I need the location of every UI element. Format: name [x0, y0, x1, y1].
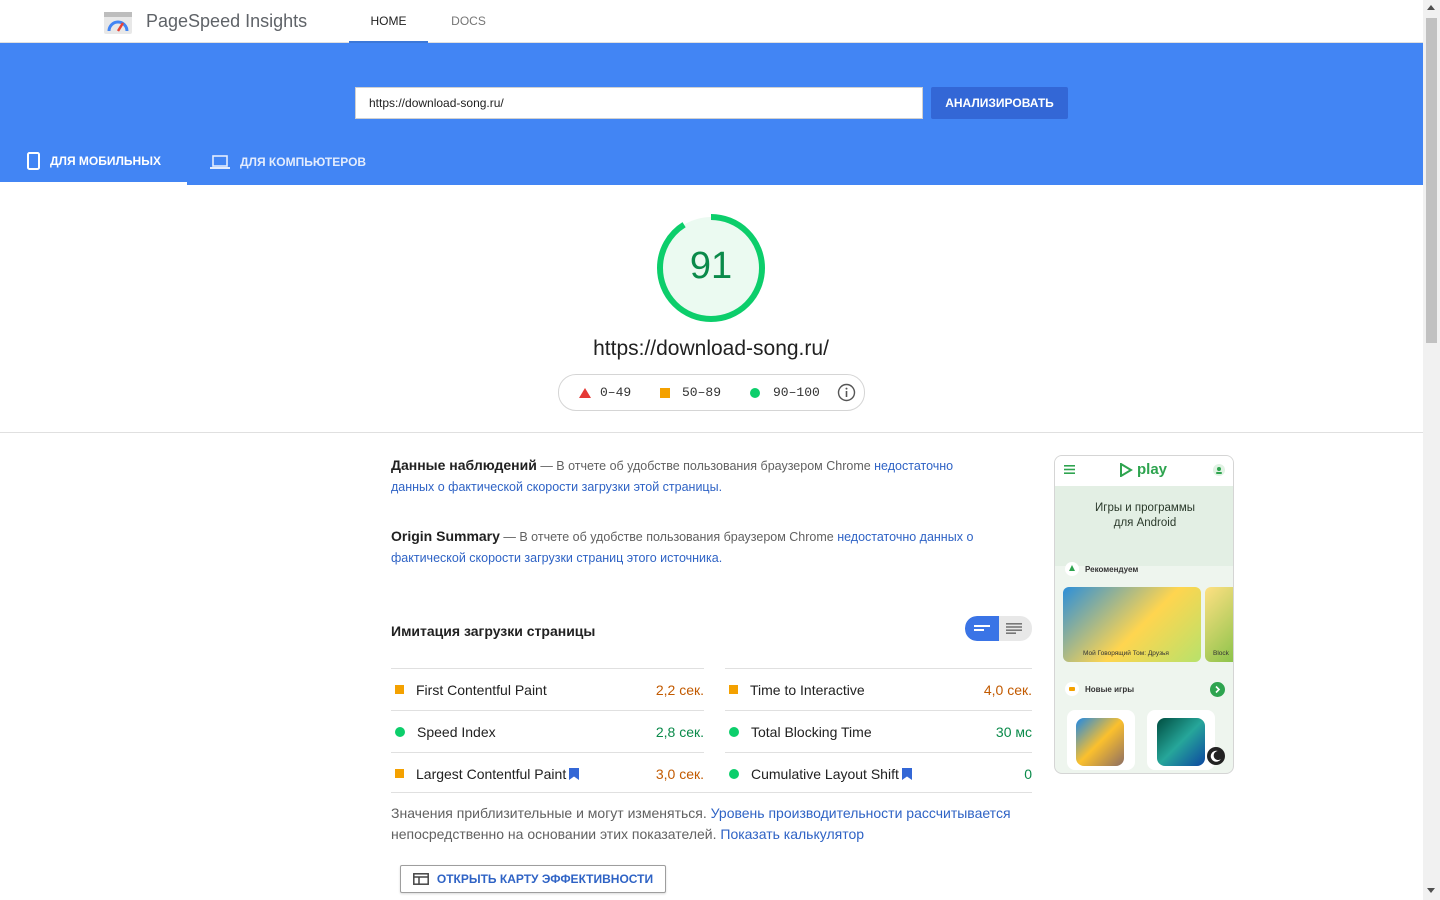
nav-docs-tab[interactable]: DOCS [436, 0, 501, 43]
average-square-icon [729, 685, 738, 694]
origin-summary-section: Origin Summary — В отчете об удобстве по… [391, 526, 991, 569]
metric-speed-index: Speed Index 2,8 сек. [391, 710, 704, 752]
tab-desktop[interactable]: ДЛЯ КОМПЬЮТЕРОВ [210, 139, 390, 185]
metric-value: 0 [1024, 765, 1032, 782]
page-scrollbar[interactable] [1423, 0, 1440, 900]
screenshot-new-games: Новые игры [1085, 685, 1135, 694]
phone-icon [27, 151, 40, 170]
metric-label: Time to Interactive [750, 681, 865, 698]
average-square-icon [395, 769, 404, 778]
legend-average-label: 50–89 [682, 385, 722, 400]
core-web-vital-bookmark-icon [901, 767, 912, 780]
open-treemap-button[interactable]: ОТКРЫТЬ КАРТУ ЭФФЕКТИВНОСТИ [400, 865, 666, 893]
url-input[interactable] [355, 87, 923, 119]
field-data-section: Данные наблюдений — В отчете об удобстве… [391, 455, 991, 498]
legend-average: 50–89 [660, 385, 721, 400]
lab-data-title: Имитация загрузки страницы [391, 623, 596, 639]
legend-poor-label: 0–49 [600, 385, 632, 400]
scroll-down-arrow-icon[interactable] [1427, 888, 1435, 893]
tab-mobile[interactable]: ДЛЯ МОБИЛЬНЫХ [0, 139, 187, 185]
analyzed-url: https://download-song.ru/ [593, 337, 829, 360]
laptop-icon [210, 155, 230, 169]
screenshot-hero-text: Игры и программы для Android [1094, 502, 1196, 529]
screenshot-recommended: Рекомендуем [1085, 565, 1139, 574]
metric-cls: Cumulative Layout Shift 0 [725, 752, 1032, 794]
search-hero: АНАЛИЗИРОВАТЬ ДЛЯ МОБИЛЬНЫХ ДЛЯ КОМПЬЮТЕ… [0, 43, 1423, 185]
metrics-note: Значения приблизительные и могут изменят… [391, 803, 1021, 845]
origin-summary-link-a[interactable]: недостаточно данных [837, 530, 963, 544]
show-calculator-link[interactable]: Показать калькулятор [720, 826, 864, 842]
top-bar: PageSpeed Insights HOME DOCS [0, 0, 1423, 43]
field-data-link-a[interactable]: недостаточно [874, 459, 953, 473]
score-legend: 0–49 50–89 90–100 [558, 374, 865, 411]
metric-tti: Time to Interactive 4,0 сек. [725, 668, 1032, 710]
metric-value: 2,8 сек. [655, 723, 704, 740]
brand-title[interactable]: PageSpeed Insights [146, 11, 307, 32]
recommend-icon [1065, 562, 1079, 576]
average-square-icon [660, 387, 670, 398]
metric-label: Speed Index [417, 723, 496, 740]
play-logo-icon [1120, 463, 1133, 477]
field-data-title: Данные наблюдений [391, 457, 537, 473]
metric-lcp: Largest Contentful Paint 3,0 сек. [391, 752, 704, 794]
good-circle-icon [729, 726, 739, 737]
pagespeed-logo-icon[interactable] [104, 10, 132, 34]
metric-value: 30 мс [995, 723, 1032, 740]
metrics-divider [391, 792, 1032, 793]
user-icon [1213, 464, 1225, 476]
info-icon[interactable] [837, 383, 856, 402]
metrics-view-toggle[interactable] [965, 616, 1032, 641]
analyze-button[interactable]: АНАЛИЗИРОВАТЬ [931, 87, 1068, 119]
treemap-icon [412, 873, 429, 885]
screenshot-game-tile-2 [1147, 710, 1215, 770]
good-circle-icon [395, 726, 405, 737]
field-data-text: — В отчете об удобстве пользования брауз… [536, 459, 875, 473]
note-text-2: непосредственно на основании этих показа… [391, 826, 721, 842]
good-circle-icon [729, 768, 739, 779]
metric-label: First Contentful Paint [416, 681, 547, 698]
origin-summary-title: Origin Summary [391, 528, 500, 544]
legend-good: 90–100 [750, 385, 820, 400]
metric-label: Largest Contentful Paint [416, 765, 567, 782]
average-square-icon [395, 685, 404, 694]
metric-fcp: First Contentful Paint 2,2 сек. [391, 668, 704, 710]
good-circle-icon [750, 387, 760, 398]
screenshot-game-tile-1 [1067, 710, 1135, 770]
final-screenshot: play Игры и программы для Android Рекоме… [1054, 455, 1234, 774]
tab-desktop-label: ДЛЯ КОМПЬЮТЕРОВ [240, 155, 367, 169]
section-divider [0, 432, 1423, 433]
moon-icon [1207, 747, 1225, 765]
open-treemap-label: ОТКРЫТЬ КАРТУ ЭФФЕКТИВНОСТИ [436, 872, 654, 886]
metric-value: 2,2 сек. [655, 681, 704, 698]
performance-score: 91 [689, 245, 733, 287]
score-calculation-link[interactable]: Уровень производительности рассчитываетс… [711, 805, 1011, 821]
screenshot-hero: Игры и программы для Android [1055, 486, 1233, 566]
screenshot-logo: play [1137, 461, 1168, 478]
scroll-up-arrow-icon[interactable] [1427, 5, 1435, 10]
metric-tbt: Total Blocking Time 30 мс [725, 710, 1032, 752]
field-data-link-b[interactable]: данных о фактической скорости загрузки э… [391, 480, 722, 494]
metric-value: 3,0 сек. [655, 765, 704, 782]
core-web-vital-bookmark-icon [569, 767, 580, 780]
note-text-1: Значения приблизительные и могут изменят… [391, 805, 711, 821]
poor-triangle-icon [579, 387, 591, 398]
menu-icon [1064, 465, 1075, 474]
new-games-icon [1065, 682, 1079, 696]
metric-label: Total Blocking Time [751, 723, 872, 740]
legend-poor: 0–49 [579, 385, 631, 400]
tab-mobile-label: ДЛЯ МОБИЛЬНЫХ [50, 153, 161, 168]
screenshot-card-caption: Мой Говорящий Том: Друзья [1083, 650, 1169, 657]
legend-good-label: 90–100 [773, 385, 820, 400]
screenshot-card2-caption: Block [1213, 650, 1229, 657]
screenshot-header: play [1055, 456, 1233, 486]
arrow-right-icon [1210, 682, 1225, 697]
scroll-thumb[interactable] [1426, 18, 1437, 343]
metric-value: 4,0 сек. [983, 681, 1032, 698]
metric-label: Cumulative Layout Shift [751, 765, 899, 782]
origin-summary-text: — В отчете об удобстве пользования брауз… [499, 530, 838, 544]
nav-home-tab[interactable]: HOME [349, 0, 428, 43]
detailed-view-icon[interactable] [1006, 623, 1022, 634]
compact-view-icon [974, 625, 990, 631]
